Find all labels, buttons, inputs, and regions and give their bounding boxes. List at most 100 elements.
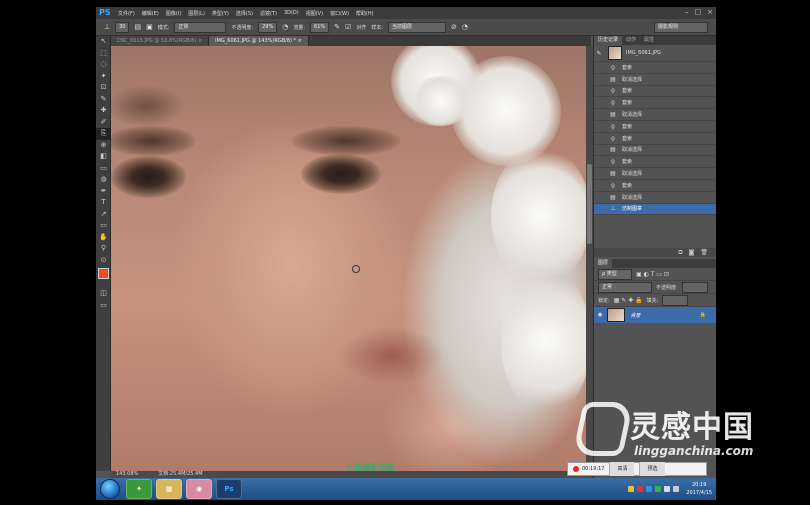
tab-properties[interactable]: 属性 <box>640 36 658 45</box>
menu-view[interactable]: 视图(V) <box>306 10 323 17</box>
history-source-checkbox[interactable] <box>597 170 605 178</box>
sample-select[interactable]: 当前图层 <box>388 21 447 33</box>
taskbar-clock[interactable]: 20:19 2017/4/15 <box>686 481 712 497</box>
history-source-checkbox[interactable] <box>597 158 605 166</box>
tray-icon-4[interactable] <box>655 486 662 492</box>
stamp-tool-icon[interactable]: ⊥ <box>104 23 110 32</box>
menu-type[interactable]: 类型(Y) <box>212 10 229 17</box>
menu-edit[interactable]: 编辑(E) <box>142 10 159 17</box>
history-source-checkbox[interactable] <box>597 122 605 130</box>
crop-tool-icon[interactable]: ⊡ <box>96 82 111 94</box>
history-brush-tool-icon[interactable]: ⊕ <box>96 140 111 152</box>
close-icon[interactable]: × <box>707 8 713 16</box>
image-canvas[interactable]: 小猪摄影课堂 <box>111 46 586 471</box>
tab-layers[interactable]: 图层 <box>594 259 613 269</box>
tab-history[interactable]: 历史记录 <box>594 36 623 45</box>
move-tool-icon[interactable]: ↖ <box>96 36 111 48</box>
path-selection-tool-icon[interactable]: ↗ <box>96 209 111 221</box>
history-source-checkbox[interactable] <box>597 111 605 119</box>
menu-3d[interactable]: 3D(D) <box>284 10 299 16</box>
marquee-tool-icon[interactable]: ⬚ <box>96 48 111 60</box>
layer-background[interactable]: ◉ 背景 🔒 <box>594 307 716 324</box>
flow-input[interactable]: 61% <box>310 21 330 33</box>
quick-mask-icon[interactable]: ◫ <box>96 288 111 300</box>
taskbar-app-explorer[interactable]: ▦ <box>156 479 182 499</box>
history-item[interactable]: ▤ 取消选择 <box>594 192 716 204</box>
recorder-hd-button[interactable]: 高清 <box>609 462 635 476</box>
history-source-checkbox[interactable] <box>597 75 605 83</box>
menu-help[interactable]: 帮助(H) <box>356 10 374 17</box>
ignore-adjustment-icon[interactable]: ⊘ <box>451 23 457 32</box>
filter-icons[interactable]: ▣ ◐ T ▭ ⊡ <box>636 270 669 279</box>
zoom-tool-icon[interactable]: ⚲ <box>96 243 111 255</box>
trash-icon[interactable]: 🗑 <box>700 248 708 257</box>
snapshot-camera-icon[interactable]: ◙ <box>689 248 695 257</box>
screen-mode-icon[interactable]: ▭ <box>96 300 111 312</box>
mode-select[interactable]: 正常 <box>174 21 227 33</box>
tray-icon-1[interactable] <box>628 486 635 492</box>
history-source-checkbox[interactable] <box>597 146 605 154</box>
history-source-checkbox[interactable] <box>597 87 605 95</box>
layer-kind-filter[interactable]: ρ 类型 <box>598 268 632 280</box>
history-source-checkbox[interactable] <box>597 181 605 189</box>
foreground-color-swatch[interactable] <box>98 268 109 279</box>
minimize-icon[interactable]: – <box>685 8 689 16</box>
history-item[interactable]: ▤ 取消选择 <box>594 74 716 86</box>
menu-file[interactable]: 文件(F) <box>118 10 135 17</box>
history-item[interactable]: ϙ 套索 <box>594 133 716 145</box>
history-item[interactable]: ⊥ 仿制图章 <box>594 203 716 216</box>
pen-tool-icon[interactable]: ✒ <box>96 186 111 198</box>
healing-brush-tool-icon[interactable]: ✚ <box>96 105 111 117</box>
history-item[interactable]: ϙ 套索 <box>594 86 716 98</box>
magic-wand-tool-icon[interactable]: ✦ <box>96 71 111 83</box>
eye-icon[interactable]: ◉ <box>598 312 602 318</box>
brush-size-picker[interactable]: 30 <box>115 21 130 33</box>
recorder-preview-button[interactable]: 预选 <box>639 462 665 476</box>
history-item[interactable]: ▤ 取消选择 <box>594 168 716 180</box>
history-source-checkbox[interactable] <box>597 134 605 142</box>
network-icon[interactable] <box>664 486 671 492</box>
clone-stamp-tool-icon[interactable]: ⎘ <box>96 128 111 140</box>
menu-filter[interactable]: 滤镜(T) <box>260 10 277 17</box>
history-snapshot[interactable]: ✎ IMG_6061.JPG <box>594 45 716 62</box>
hand-tool-icon[interactable]: ✋ <box>96 232 111 244</box>
brush-tool-icon[interactable]: ✐ <box>96 117 111 129</box>
menu-layer[interactable]: 图层(L) <box>188 10 205 17</box>
type-tool-icon[interactable]: T <box>96 197 111 209</box>
lasso-tool-icon[interactable]: ◌ <box>96 59 111 71</box>
history-source-checkbox[interactable] <box>597 205 605 213</box>
aligned-checkbox[interactable]: ☑ <box>345 23 351 32</box>
start-button[interactable] <box>100 479 120 499</box>
more-tools-icon[interactable]: ⊙ <box>96 255 111 267</box>
history-item[interactable]: ϙ 套索 <box>594 62 716 74</box>
history-item[interactable]: ϙ 套索 <box>594 156 716 169</box>
history-source-checkbox[interactable] <box>597 99 605 107</box>
tab-actions[interactable]: 动作 <box>622 36 640 45</box>
pressure-size-icon[interactable]: ◔ <box>462 23 468 32</box>
workspace-select[interactable]: 摄影规则 <box>654 21 708 33</box>
taskbar-app-3[interactable]: ◉ <box>186 479 212 499</box>
taskbar-app-photoshop[interactable]: Ps <box>216 479 242 499</box>
blend-mode-select[interactable]: 正常 <box>598 281 652 293</box>
history-source-checkbox[interactable] <box>597 63 605 71</box>
volume-icon[interactable] <box>673 486 680 492</box>
tray-icon-3[interactable] <box>646 486 653 492</box>
history-item[interactable]: ▤ 取消选择 <box>594 145 716 157</box>
fill-input[interactable] <box>662 294 689 306</box>
history-source-checkbox[interactable] <box>597 193 605 201</box>
rectangle-tool-icon[interactable]: ▭ <box>96 220 111 232</box>
menu-window[interactable]: 窗口(W) <box>330 10 349 17</box>
maximize-icon[interactable]: □ <box>695 8 702 16</box>
lock-icons[interactable]: ▦ ✎ ✚ 🔒 <box>614 296 643 305</box>
pressure-opacity-icon[interactable]: ◔ <box>282 23 288 32</box>
menu-image[interactable]: 图像(I) <box>166 10 181 17</box>
airbrush-icon[interactable]: ✎ <box>334 23 340 32</box>
doc-tab-dsc0013[interactable]: DSC_0013.JPG @ 53.8%(RGB/8) × <box>111 36 210 46</box>
history-item[interactable]: ϙ 套索 <box>594 121 716 133</box>
taskbar-app-1[interactable]: ✦ <box>126 479 152 499</box>
history-item[interactable]: ▤ 取消选择 <box>594 109 716 121</box>
dodge-tool-icon[interactable]: ◍ <box>96 174 111 186</box>
eyedropper-tool-icon[interactable]: ✎ <box>96 94 111 106</box>
record-icon[interactable] <box>573 466 579 472</box>
eraser-tool-icon[interactable]: ◧ <box>96 151 111 163</box>
